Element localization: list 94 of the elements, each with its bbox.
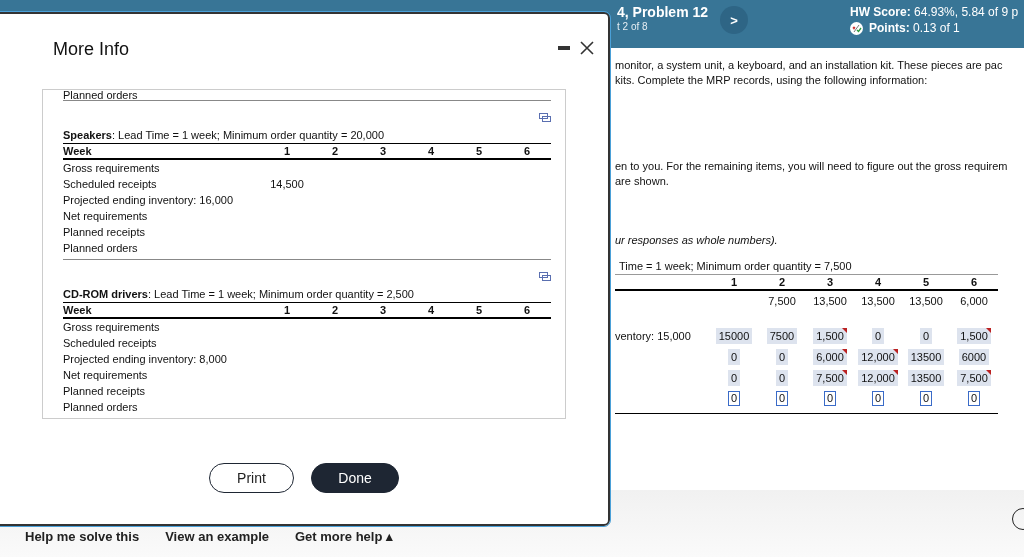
answer-field[interactable]: 0 (919, 327, 933, 344)
flag-icon (892, 369, 898, 375)
answer-field[interactable]: 0 (871, 327, 885, 344)
flag-icon (841, 348, 847, 354)
help-link[interactable]: Help me solve this (25, 529, 140, 544)
next-button[interactable]: > (720, 6, 748, 34)
input-field[interactable]: 0 (919, 391, 933, 406)
flag-icon (892, 348, 898, 354)
week-header: 3 (378, 145, 388, 157)
week-header: 3 (825, 276, 835, 288)
flag-icon (985, 369, 991, 375)
more-help-link[interactable]: Get more help ▴ (295, 529, 393, 544)
table-cell-text: 14,500 (269, 178, 305, 190)
table-cell-text: 6,000 (959, 295, 989, 307)
week-header: Week (63, 304, 93, 316)
row-label: Planned receipts (63, 226, 146, 238)
question-title: 4, Problem 12 (617, 4, 710, 20)
answer-field[interactable]: 1,500 (813, 327, 847, 344)
row-label: Planned orders (63, 242, 139, 254)
row-label: Planned orders (63, 90, 551, 101)
row-label: Planned receipts (63, 385, 146, 397)
week-header: 5 (474, 145, 484, 157)
question-part: t 2 of 8 (617, 21, 649, 32)
done-button[interactable]: Done (311, 463, 399, 493)
flag-icon (985, 327, 991, 333)
week-header: 1 (282, 304, 292, 316)
week-header: 4 (426, 145, 436, 157)
table-cell-text: 13,500 (812, 295, 848, 307)
week-header: 1 (282, 145, 292, 157)
answer-field[interactable]: 15000 (715, 327, 753, 344)
flag-icon (841, 327, 847, 333)
help-link[interactable]: View an example (165, 529, 269, 544)
week-header: 2 (330, 145, 340, 157)
table-cell-text: 13,500 (860, 295, 896, 307)
question-text: kits. Complete the MRP records, using the following information: (615, 73, 929, 88)
answer-field[interactable]: 13500 (907, 369, 945, 386)
record-title: CD-ROM drivers: Lead Time = 1 week; Minimum order quantity = 2,500 (63, 288, 551, 303)
instruction-text: en to you. For the remaining items, you will need to figure out the gross requirem (615, 159, 1009, 174)
instruction-note: ur responses as whole numbers). (615, 234, 779, 246)
week-header: 5 (921, 276, 931, 288)
answer-field[interactable]: 6,000 (813, 348, 847, 365)
week-header: 1 (729, 276, 739, 288)
week-header: 6 (522, 304, 532, 316)
answer-field[interactable]: 0 (727, 369, 741, 386)
hw-score: HW Score: 64.93%, 5.84 of 9 p (850, 5, 1019, 19)
print-button[interactable]: Print (209, 463, 294, 493)
close-icon[interactable] (580, 41, 594, 55)
week-header: 5 (474, 304, 484, 316)
week-header: 3 (378, 304, 388, 316)
week-header: 4 (873, 276, 883, 288)
week-header: 2 (777, 276, 787, 288)
row-label: Scheduled receipts (63, 178, 158, 190)
answer-field[interactable]: 0 (775, 348, 789, 365)
week-header: 6 (522, 145, 532, 157)
copy-icon[interactable] (539, 272, 551, 281)
input-field[interactable]: 0 (967, 391, 981, 406)
dialog-title: More Info (53, 39, 131, 60)
copy-icon[interactable] (539, 113, 551, 122)
week-header: 4 (426, 304, 436, 316)
instruction-text: are shown. (615, 174, 670, 189)
record-title: Speakers: Lead Time = 1 week; Minimum order quantity = 20,000 (63, 129, 551, 144)
answer-field[interactable]: 12,000 (858, 369, 898, 386)
row-label: Projected ending inventory: 8,000 (63, 353, 228, 365)
record-title: Time = 1 week; Minimum order quantity = 7,500 (618, 260, 853, 272)
week-header: 6 (969, 276, 979, 288)
row-label: Gross requirements (63, 162, 161, 174)
partial-score-icon (850, 21, 863, 35)
week-header: 2 (330, 304, 340, 316)
row-label: ventory: 15,000 (615, 329, 692, 342)
points: Points: 0.13 of 1 (869, 21, 960, 35)
answer-field[interactable]: 0 (775, 369, 789, 386)
input-field[interactable]: 0 (871, 391, 885, 406)
answer-field[interactable]: 7500 (766, 327, 798, 344)
answer-field[interactable]: 13500 (907, 348, 945, 365)
row-label: Net requirements (63, 369, 149, 381)
answer-field[interactable]: 6000 (958, 348, 990, 365)
input-field[interactable]: 0 (823, 391, 837, 406)
table-cell-text: 7,500 (767, 295, 797, 307)
flag-icon (841, 369, 847, 375)
answer-field[interactable]: 12,000 (858, 348, 898, 365)
answer-field[interactable]: 7,500 (957, 369, 991, 386)
input-field[interactable]: 0 (727, 391, 741, 406)
row-label: Planned orders (63, 401, 139, 413)
question-text: monitor, a system unit, a keyboard, and an installation kit. These pieces are pac (615, 58, 1004, 73)
row-label: Scheduled receipts (63, 337, 158, 349)
answer-field[interactable]: 1,500 (957, 327, 991, 344)
row-label: Net requirements (63, 210, 149, 222)
table-cell-text: 13,500 (908, 295, 944, 307)
answer-field[interactable]: 7,500 (813, 369, 847, 386)
row-label: Projected ending inventory: 16,000 (63, 194, 234, 206)
row-label: Gross requirements (63, 321, 161, 333)
input-field[interactable]: 0 (775, 391, 789, 406)
week-header: Week (63, 145, 93, 157)
answer-field[interactable]: 0 (727, 348, 741, 365)
